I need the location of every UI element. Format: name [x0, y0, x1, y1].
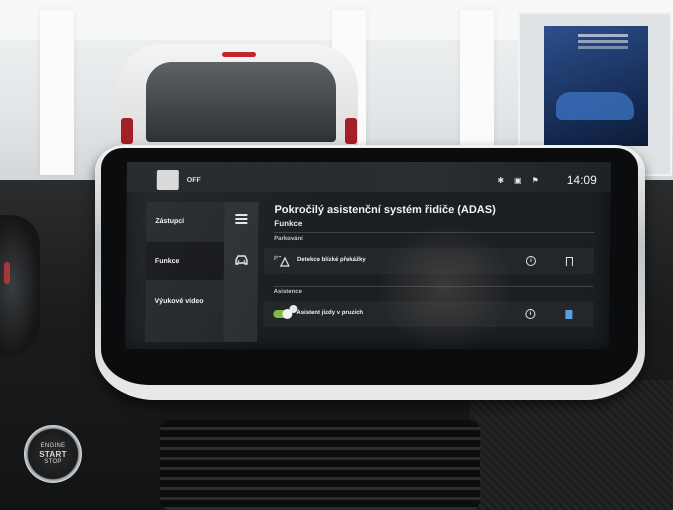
page-title: Pokročilý asistenční systém řidiče (ADAS…: [274, 204, 496, 216]
divider: [273, 286, 594, 287]
infotainment-screen: OFF ✱ ▣ ⚑ 14:09 Zástupci Funkce Výukové …: [125, 162, 611, 349]
parked-car-brakelight: [222, 52, 256, 57]
lower-vents: [160, 420, 480, 510]
start-button-line2: START: [39, 449, 67, 459]
poster-text-lines: [578, 34, 628, 37]
connected-car-icon: ▣: [514, 176, 526, 185]
sidebar-item-tutorial-video[interactable]: Výukové video: [145, 282, 223, 320]
row-label: Detekce blízké překážky: [296, 257, 366, 263]
parked-car-taillight: [121, 118, 133, 144]
proximity-sensor-icon: P: [274, 256, 290, 267]
parked-car-taillight: [345, 118, 357, 144]
signal-icon: ⚑: [531, 176, 543, 185]
content-panel: Pokročilý asistenční systém řidiče (ADAS…: [263, 198, 595, 346]
start-button-line3: STOP: [44, 458, 62, 465]
section-label-assistance: Asistence: [273, 289, 303, 295]
icon-column: [223, 202, 259, 342]
ac-indicator[interactable]: [156, 170, 179, 190]
sidebar-item-label: Výukové video: [154, 297, 204, 305]
sidebar: Zástupci Funkce Výukové video: [145, 202, 225, 342]
toggle-switch[interactable]: [273, 310, 292, 318]
clock: 14:09: [566, 173, 597, 187]
sidebar-item-label: Zástupci: [155, 217, 185, 225]
svg-text:P: P: [274, 256, 278, 262]
menu-icon[interactable]: [235, 214, 248, 224]
section-label-parking: Parkování: [274, 236, 303, 242]
status-icons: ✱ ▣ ⚑: [497, 176, 543, 185]
bookmark-icon[interactable]: [565, 257, 573, 266]
toggle-switch[interactable]: [289, 305, 298, 313]
page-subtitle: Funkce: [274, 219, 303, 228]
left-vent: [0, 215, 40, 355]
bluetooth-icon: ✱: [497, 176, 509, 185]
sidebar-item-functions[interactable]: Funkce: [145, 242, 225, 280]
row-label: Asistent jízdy v pruzích: [296, 310, 364, 316]
ac-off-label: OFF: [186, 177, 201, 184]
bookmark-icon[interactable]: [565, 310, 573, 319]
vent-light: [4, 262, 10, 284]
sidebar-item-label: Funkce: [154, 257, 180, 265]
info-icon[interactable]: i: [525, 256, 536, 266]
info-icon[interactable]: i: [525, 309, 536, 319]
pillar: [40, 10, 74, 175]
car-icon[interactable]: [234, 254, 249, 266]
poster-car: [556, 92, 634, 120]
list-item[interactable]: Asistent jízdy v pruzích i: [263, 301, 594, 327]
parked-car-window: [146, 62, 336, 142]
engine-start-button[interactable]: ENGINE START STOP: [24, 425, 82, 483]
divider: [274, 232, 595, 233]
status-bar: OFF ✱ ▣ ⚑ 14:09: [126, 162, 611, 192]
sidebar-item-shortcuts[interactable]: Zástupci: [146, 202, 224, 240]
start-button-line1: ENGINE: [40, 442, 66, 449]
list-item[interactable]: P Detekce blízké překážky i: [263, 248, 595, 274]
poster: [544, 26, 648, 146]
